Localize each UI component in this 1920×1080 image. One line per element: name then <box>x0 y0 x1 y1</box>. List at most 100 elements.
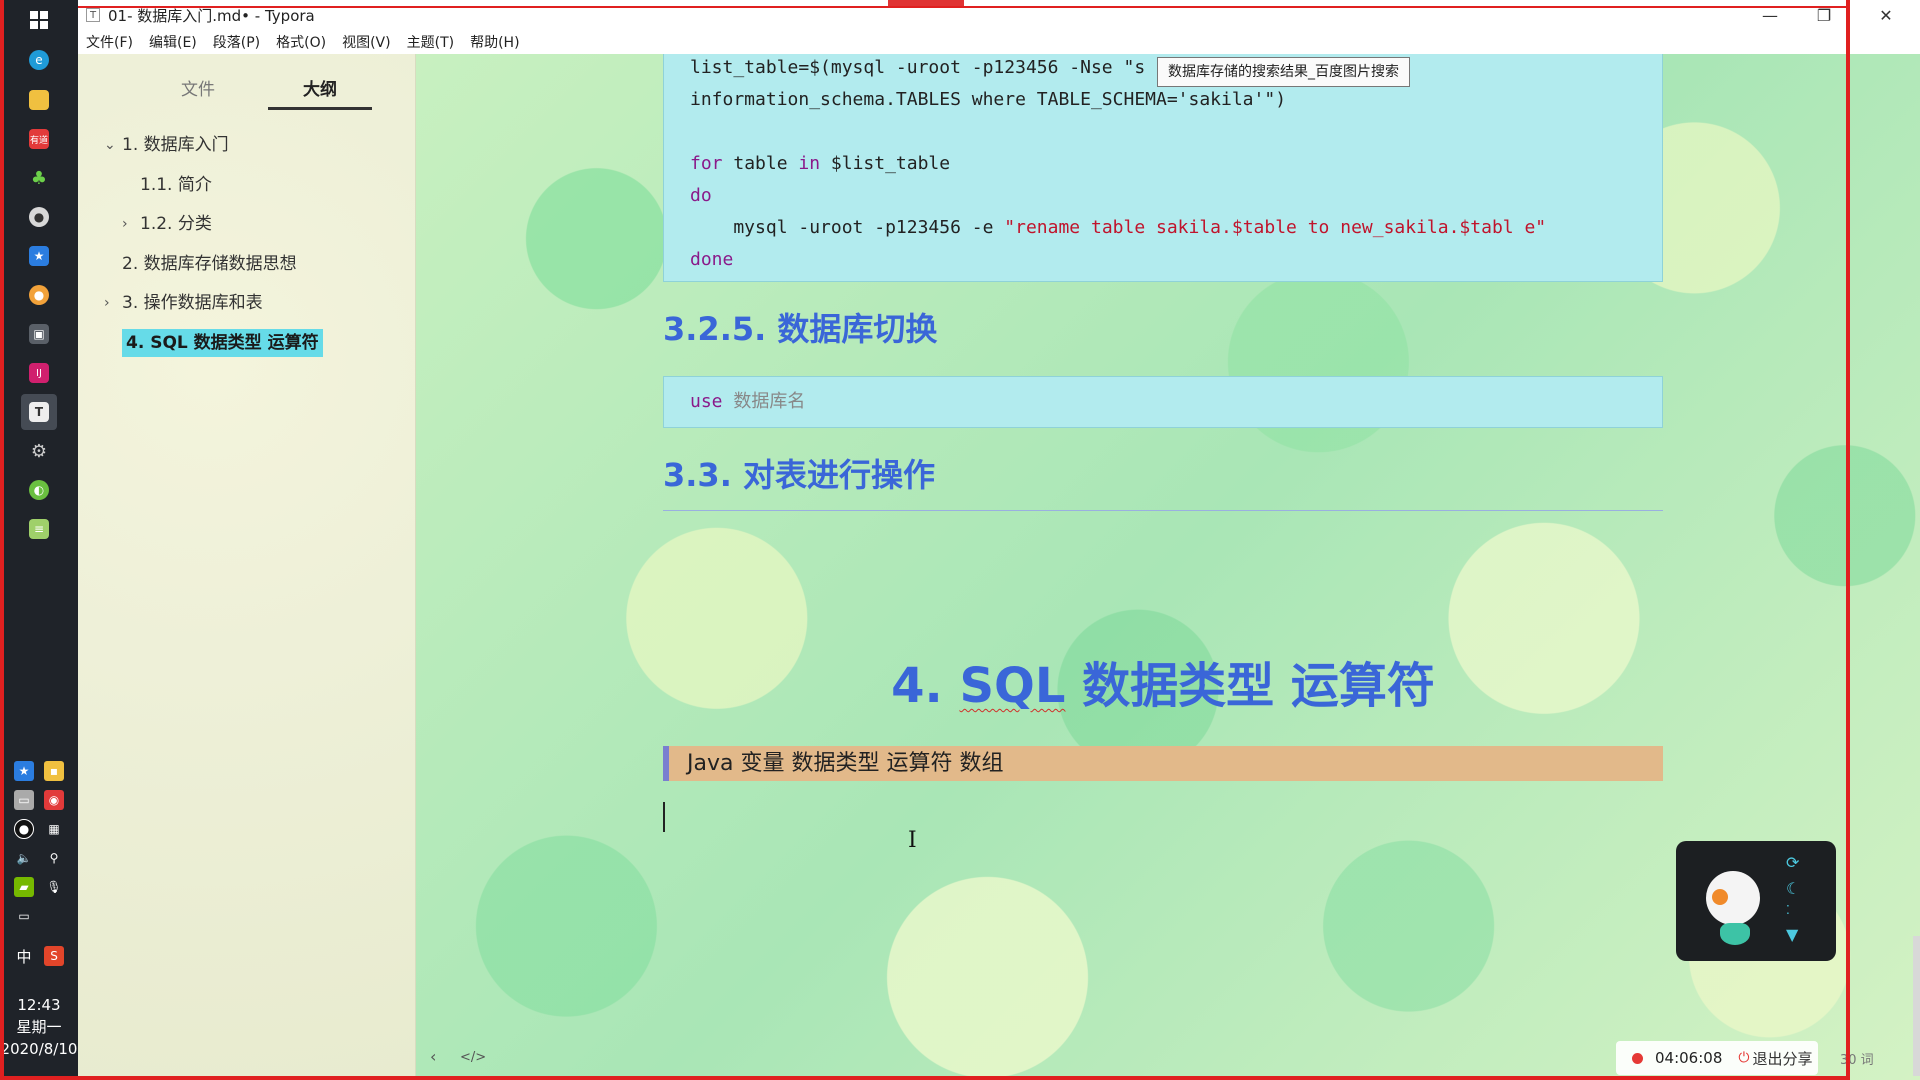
display-icon[interactable]: ▭ <box>14 906 34 926</box>
menu-edit[interactable]: 编辑(E) <box>149 32 197 52</box>
tray-qq-icon[interactable]: ● <box>14 819 34 839</box>
share-border-left <box>0 0 4 1080</box>
code-line-done: done <box>690 249 734 270</box>
chevron-right-icon[interactable]: › <box>122 210 128 238</box>
heading-4-sql[interactable]: 4. SQL 数据类型 运算符 <box>663 646 1663 716</box>
tray-row-4: 🔈 ⚲ <box>8 844 70 872</box>
blockquote[interactable]: Java 变量 数据类型 运算符 数组 <box>663 746 1663 781</box>
code-line-2: information_schema.TABLES where TABLE_SC… <box>690 89 1287 110</box>
outline-item-2[interactable]: 2. 数据库存储数据思想 <box>122 250 297 278</box>
system-clock[interactable]: 12:43 星期一 2020/8/10 <box>0 994 78 1060</box>
widget-dots-icon[interactable]: ⁚ <box>1786 903 1790 917</box>
tray-grid-icon[interactable]: ▦ <box>44 819 64 839</box>
chat-app-icon[interactable]: ● <box>21 199 57 235</box>
menu-bar: 文件(F) 编辑(E) 段落(P) 格式(O) 视图(V) 主题(T) 帮助(H… <box>78 30 1920 54</box>
green-app-icon[interactable]: ◐ <box>21 472 57 508</box>
menu-format[interactable]: 格式(O) <box>276 32 326 52</box>
menu-help[interactable]: 帮助(H) <box>470 32 519 52</box>
file-explorer-icon[interactable] <box>21 82 57 118</box>
code-line-1: list_table=$(mysql -uroot -p123456 -Nse … <box>690 57 1146 78</box>
outline-item-1-2[interactable]: 1.2. 分类 <box>140 210 212 238</box>
code-line-use: use 数据库名 <box>690 389 805 415</box>
editor-area[interactable]: list_table=$(mysql -uroot -p123456 -Nse … <box>416 54 1920 1080</box>
clover-app-icon[interactable]: ♣ <box>21 160 57 196</box>
chevron-right-icon[interactable]: › <box>104 289 110 317</box>
code-block-use-database[interactable]: use 数据库名 <box>663 376 1663 428</box>
code-keyword-use: use <box>690 391 723 412</box>
recording-status-pill: 04:06:08 ⏻ 退出分享 <box>1616 1041 1818 1075</box>
minimize-button[interactable]: — <box>1742 0 1798 30</box>
heading-text: 数据类型 运算符 <box>1065 658 1435 714</box>
exit-share-label: 退出分享 <box>1752 1049 1813 1068</box>
widget-moon-icon[interactable]: ☾ <box>1786 879 1800 898</box>
tray-message-icon[interactable]: ▭ <box>14 790 34 810</box>
text-caret <box>663 802 665 832</box>
outline-item-4-current[interactable]: 4. SQL 数据类型 运算符 <box>122 329 323 357</box>
code-line-4: for table in $list_table <box>690 151 950 177</box>
notepad-app-icon[interactable]: ≡ <box>21 511 57 547</box>
outline-item-3[interactable]: 3. 操作数据库和表 <box>122 289 263 317</box>
source-code-mode-button[interactable]: </> <box>460 1050 486 1065</box>
taskbar: e 有道 ♣ ● ★ ● ▣ IJ T ⚙ ◐ ≡ ★ ▪ ▭ ◉ ● ▦ 🔈 … <box>0 0 78 1080</box>
menu-file[interactable]: 文件(F) <box>86 32 133 52</box>
menu-view[interactable]: 视图(V) <box>342 32 391 52</box>
tray-folder-icon[interactable]: ▪ <box>44 761 64 781</box>
code-mysql-cmd: mysql -uroot -p123456 -e <box>690 217 1005 238</box>
recording-time: 04:06:08 <box>1655 1049 1723 1067</box>
network-icon[interactable]: ⚲ <box>44 848 64 868</box>
menu-paragraph[interactable]: 段落(P) <box>213 32 260 52</box>
clock-time: 12:43 <box>17 996 61 1014</box>
youdao-dict-icon[interactable]: 有道 <box>21 121 57 157</box>
typora-app-icon: T <box>86 8 100 22</box>
widget-shirt-icon[interactable]: ▼ <box>1786 925 1798 944</box>
typora-taskbar-icon[interactable]: T <box>21 394 57 430</box>
mascot-body <box>1720 923 1750 945</box>
sidebar: 文件 大纲 ⌄ 1. 数据库入门 1.1. 简介 › 1.2. 分类 2. 数据… <box>78 54 416 1080</box>
tray-red-app-icon[interactable]: ◉ <box>44 790 64 810</box>
exit-share-button[interactable]: ⏻ 退出分享 <box>1738 1048 1812 1069</box>
heading-number: 4. <box>891 658 960 714</box>
mascot-head <box>1706 871 1760 925</box>
code-line-mysql: mysql -uroot -p123456 -e "rename table s… <box>690 215 1546 241</box>
sogou-input-icon[interactable]: S <box>44 946 64 966</box>
window-titlebar: T 01- 数据库入门.md• - Typora — ❐ ✕ <box>78 0 1920 30</box>
gear-app-icon[interactable]: ⚙ <box>21 433 57 469</box>
tray-star-icon[interactable]: ★ <box>14 761 34 781</box>
code-keyword-in: in <box>798 153 821 174</box>
volume-icon[interactable]: 🔈 <box>14 848 34 868</box>
clock-date: 2020/8/10 <box>0 1040 78 1058</box>
editor-scrollbar[interactable] <box>1913 936 1920 1076</box>
floating-mascot-widget[interactable]: ⟳ ☾ ⁚ ▼ <box>1676 841 1836 961</box>
maximize-button[interactable]: ❐ <box>1796 0 1852 30</box>
heading-3-2-5[interactable]: 3.2.5. 数据库切换 <box>663 304 937 350</box>
link-tooltip: 数据库存储的搜索结果_百度图片搜索 <box>1157 57 1410 87</box>
share-border-bottom <box>0 1076 1850 1080</box>
close-button[interactable]: ✕ <box>1858 0 1914 30</box>
screen-app-icon[interactable]: ▣ <box>21 316 57 352</box>
orange-app-icon[interactable]: ● <box>21 277 57 313</box>
heading-3-3[interactable]: 3.3. 对表进行操作 <box>663 450 935 496</box>
tab-outline[interactable]: 大纲 <box>268 70 372 110</box>
star-app-icon[interactable]: ★ <box>21 238 57 274</box>
code-var-list: $list_table <box>820 153 951 174</box>
tray-row-3: ● ▦ <box>8 815 70 843</box>
widget-refresh-icon[interactable]: ⟳ <box>1786 853 1799 872</box>
windows-start-icon[interactable] <box>21 2 57 38</box>
outline-item-1-1[interactable]: 1.1. 简介 <box>140 171 212 199</box>
ime-indicator[interactable]: 中 <box>14 946 34 966</box>
tab-files[interactable]: 文件 <box>146 70 250 110</box>
code-block-rename-tables[interactable]: list_table=$(mysql -uroot -p123456 -Nse … <box>663 54 1663 282</box>
power-icon: ⏻ <box>1738 1050 1750 1066</box>
menu-theme[interactable]: 主题(T) <box>407 32 454 52</box>
chevron-down-icon[interactable]: ⌄ <box>104 131 116 159</box>
outline-item-1[interactable]: 1. 数据库入门 <box>122 131 229 159</box>
code-line-do: do <box>690 185 712 206</box>
microphone-icon[interactable]: 🎙 <box>44 877 64 897</box>
intellij-idea-icon[interactable]: IJ <box>21 355 57 391</box>
nvidia-icon[interactable]: ▰ <box>14 877 34 897</box>
edge-browser-icon[interactable]: e <box>21 42 57 78</box>
recording-dot-icon <box>1632 1052 1643 1064</box>
sidebar-toggle-button[interactable]: ‹ <box>430 1047 436 1066</box>
tray-row-7: 中 S <box>8 942 70 970</box>
code-var-table: table <box>722 153 799 174</box>
